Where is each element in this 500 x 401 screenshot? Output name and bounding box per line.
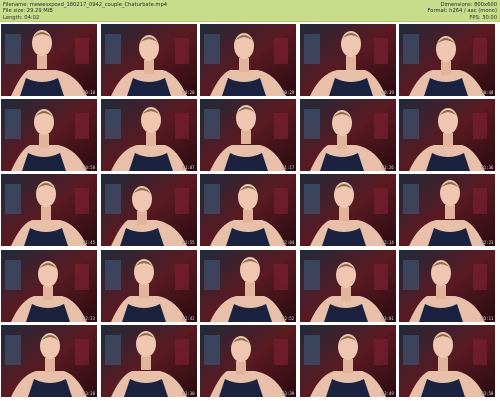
video-thumbnail[interactable]: 02:42 [100,249,197,322]
video-thumbnail[interactable]: 02:23 [399,174,496,247]
video-thumbnail[interactable]: 02:04 [200,174,297,247]
timestamp-label: 00:20 [182,90,195,95]
video-thumbnail[interactable]: 01:26 [299,99,396,172]
timestamp-label: 02:23 [481,240,494,246]
video-thumbnail[interactable]: 00:20 [100,24,197,96]
timestamp-label: 02:04 [282,240,295,246]
video-thumbnail[interactable]: 02:33 [1,249,97,322]
timestamp-label: 00:48 [481,90,494,95]
length-text: Length: 04:02 [3,14,40,21]
timestamp-label: 00:10 [82,90,95,95]
timestamp-label: 03:01 [381,315,394,321]
video-thumbnail[interactable]: 03:39 [200,324,297,397]
timestamp-label: 02:52 [282,315,295,321]
timestamp-label: 01:07 [182,165,195,171]
timestamp-label: 01:26 [381,165,394,171]
timestamp-label: 03:30 [182,390,195,396]
info-header: Filename: mewesxpoxd_180217_0942_couple_… [0,0,500,22]
video-thumbnail[interactable]: 03:30 [100,324,197,397]
timestamp-label: 03:58 [481,390,494,396]
video-thumbnail[interactable]: 03:01 [299,249,396,322]
timestamp-label: 02:33 [82,315,95,321]
timestamp-label: 00:29 [282,90,295,95]
timestamp-label: 01:36 [481,165,494,171]
timestamp-label: 03:11 [481,315,494,321]
video-thumbnail[interactable]: 00:39 [299,24,396,96]
video-thumbnail[interactable]: 00:10 [1,24,97,96]
timestamp-label: 01:17 [282,165,295,171]
video-thumbnail[interactable]: 01:36 [399,99,496,172]
video-thumbnail[interactable]: 02:52 [200,249,297,322]
video-thumbnail[interactable]: 02:14 [299,174,396,247]
video-thumbnail[interactable]: 00:58 [1,99,97,172]
fps-text: FPS: 30.00 [469,14,497,21]
video-thumbnail[interactable]: 03:20 [1,324,97,397]
video-thumbnail[interactable]: 01:07 [100,99,197,172]
timestamp-label: 02:42 [182,315,195,321]
header-left-info: Filename: mewesxpoxd_180217_0942_couple_… [3,2,167,21]
format-text: Format: h264 / aac (mono) [427,8,497,15]
video-thumbnail[interactable]: 00:48 [399,24,496,96]
timestamp-label: 03:39 [282,390,295,396]
timestamp-label: 01:45 [82,240,95,246]
thumbnail-grid: 00:10 00:20 00:29 00:39 00:48 00:58 01:07 01:17… [1,24,499,400]
video-thumbnail[interactable]: 03:58 [399,324,496,397]
timestamp-label: 01:55 [182,240,195,246]
timestamp-label: 03:20 [82,390,95,396]
video-thumbnail[interactable]: 03:11 [399,249,496,322]
timestamp-label: 00:58 [82,165,95,171]
timestamp-label: 02:14 [381,240,394,246]
video-thumbnail[interactable]: 03:49 [299,324,396,397]
timestamp-label: 00:39 [381,90,394,95]
timestamp-label: 03:49 [381,390,394,396]
header-right-info: Dimensions: 800x600 Format: h264 / aac (… [427,2,497,21]
video-thumbnail[interactable]: 01:17 [200,99,297,172]
video-thumbnail[interactable]: 01:45 [1,174,97,247]
video-thumbnail[interactable]: 00:29 [200,24,297,96]
video-thumbnail[interactable]: 01:55 [100,174,197,247]
